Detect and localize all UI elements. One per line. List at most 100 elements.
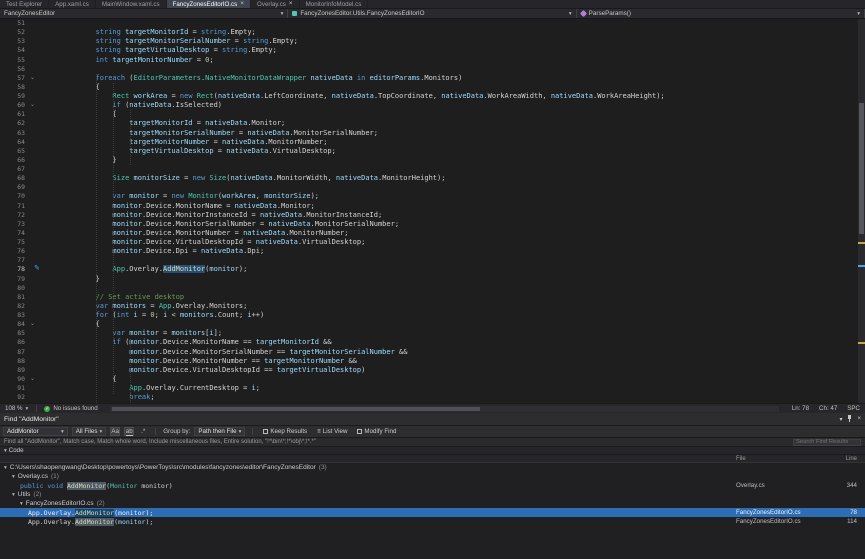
find-tree-node[interactable]: ▾Overlay.cs(1) [0, 472, 865, 481]
code-line[interactable]: 57⌄ foreach (EditorParameters.NativeMoni… [0, 74, 865, 83]
editor-vertical-scrollbar[interactable] [858, 19, 865, 403]
glyph-margin[interactable] [28, 65, 45, 74]
code-line[interactable]: 85 var monitor = monitors[i]; [0, 329, 865, 338]
chevron-down-icon[interactable]: ▾ [20, 501, 23, 507]
glyph-margin[interactable] [28, 56, 45, 65]
code-line-text[interactable]: monitor.Device.MonitorSerialNumber = nat… [45, 220, 399, 229]
whitespace-indicator[interactable]: SPC [842, 405, 865, 412]
find-result-row[interactable]: App.Overlay.AddMonitor(monitor);FancyZon… [0, 508, 865, 517]
scrollbar-thumb[interactable] [112, 407, 480, 411]
regex-toggle[interactable]: .* [138, 427, 148, 436]
code-line-text[interactable]: foreach (EditorParameters.NativeMonitorD… [45, 74, 462, 83]
code-line-text[interactable]: App.Overlay.AddMonitor(monitor); [45, 265, 247, 274]
code-line[interactable]: 75 monitor.Device.VirtualDesktopId = nat… [0, 238, 865, 247]
find-tree-node[interactable]: ▾Utils(2) [0, 490, 865, 499]
find-tree-node[interactable]: ▾FancyZonesEditorIO.cs(2) [0, 499, 865, 508]
code-line[interactable]: 79 } [0, 275, 865, 284]
glyph-margin[interactable] [28, 366, 45, 375]
whole-word-toggle[interactable]: ab [124, 427, 134, 436]
file-column-header[interactable]: File [736, 456, 831, 462]
code-line[interactable]: 60⌄ if (nativeData.IsSelected) [0, 101, 865, 110]
code-line[interactable]: 71 monitor.Device.MonitorName = nativeDa… [0, 202, 865, 211]
tab-monitorinfomodel-cs[interactable]: MonitorInfoModel.cs [300, 0, 369, 8]
glyph-margin[interactable] [28, 229, 45, 238]
code-line-text[interactable]: targetMonitorId = nativeData.Monitor; [45, 119, 285, 128]
code-line-text[interactable]: monitor.Device.Dpi = nativeData.Dpi; [45, 247, 264, 256]
glyph-margin[interactable] [28, 37, 45, 46]
code-line[interactable]: 70 var monitor = new Monitor(workArea, m… [0, 192, 865, 201]
glyph-margin[interactable] [28, 28, 45, 37]
glyph-margin[interactable] [28, 202, 45, 211]
column-indicator[interactable]: Ch: 47 [814, 405, 842, 412]
code-line-text[interactable]: int targetMonitorNumber = 0; [45, 56, 214, 65]
zoom-control[interactable]: 108 % ▾ [0, 404, 33, 413]
glyph-margin[interactable] [28, 165, 45, 174]
glyph-margin[interactable] [28, 348, 45, 357]
code-line[interactable]: 76 monitor.Device.Dpi = nativeData.Dpi; [0, 247, 865, 256]
find-panel-title-bar[interactable]: Find "AddMonitor" ▾ × [0, 413, 865, 426]
fold-chevron-icon[interactable]: ⌄ [30, 101, 35, 110]
project-dropdown[interactable]: FancyZonesEditor ▾ [0, 9, 288, 18]
chevron-down-icon[interactable]: ▾ [12, 492, 15, 498]
code-line[interactable]: 59 Rect workArea = new Rect(nativeData.L… [0, 92, 865, 101]
tab-fancyzoneseditorio-cs[interactable]: FancyZonesEditorIO.cs× [167, 0, 251, 8]
code-line[interactable]: 84⌄ { [0, 320, 865, 329]
code-line-text[interactable]: if (monitor.Device.MonitorName == target… [45, 338, 332, 347]
code-line[interactable]: 82 var monitors = App.Overlay.Monitors; [0, 302, 865, 311]
type-dropdown[interactable]: FancyZonesEditor.Utils.FancyZonesEditorI… [288, 9, 576, 18]
tab-app-xaml-cs[interactable]: App.xaml.cs [49, 0, 96, 8]
code-line-text[interactable]: monitor.Device.VirtualDesktopId == targe… [45, 366, 365, 375]
glyph-margin[interactable] [28, 220, 45, 229]
line-column-header[interactable]: Line [831, 456, 865, 462]
close-icon[interactable]: × [857, 416, 861, 422]
code-line[interactable]: 83 for (int i = 0; i < monitors.Count; i… [0, 311, 865, 320]
glyph-margin[interactable]: ✎ [28, 265, 45, 274]
window-position-icon[interactable]: ▾ [839, 416, 842, 423]
tab-overlay-cs[interactable]: Overlay.cs× [251, 0, 300, 8]
close-icon[interactable]: × [240, 1, 244, 8]
glyph-margin[interactable] [28, 129, 45, 138]
chevron-down-icon[interactable]: ▾ [4, 465, 7, 471]
code-line[interactable]: 74 monitor.Device.MonitorNumber = native… [0, 229, 865, 238]
code-line-text[interactable]: targetVirtualDesktop = nativeData.Virtua… [45, 147, 336, 156]
code-line[interactable]: 73 monitor.Device.MonitorSerialNumber = … [0, 220, 865, 229]
code-line-text[interactable]: break; [45, 393, 155, 402]
chevron-down-icon[interactable]: ▾ [4, 448, 7, 454]
glyph-margin[interactable] [28, 238, 45, 247]
glyph-margin[interactable] [28, 384, 45, 393]
fold-chevron-icon[interactable]: ⌄ [30, 320, 35, 329]
line-indicator[interactable]: Ln: 78 [787, 405, 814, 412]
code-line[interactable]: 69 [0, 183, 865, 192]
document-health-indicator[interactable]: ✓ No issues found [40, 405, 101, 412]
code-line-text[interactable]: { [45, 83, 100, 92]
glyph-margin[interactable] [28, 293, 45, 302]
code-line[interactable]: 81 // Set active desktop [0, 293, 865, 302]
code-line-text[interactable]: // Set active desktop [45, 293, 184, 302]
code-line-text[interactable]: Size monitorSize = new Size(nativeData.M… [45, 174, 445, 183]
glyph-margin[interactable]: ⌄ [28, 375, 45, 384]
code-line[interactable]: 78✎ App.Overlay.AddMonitor(monitor); [0, 265, 865, 274]
tab-test-explorer[interactable]: Test Explorer [0, 0, 49, 8]
glyph-margin[interactable] [28, 174, 45, 183]
close-icon[interactable]: × [289, 1, 293, 8]
fold-chevron-icon[interactable]: ⌄ [30, 375, 35, 384]
editor-horizontal-scrollbar[interactable] [110, 406, 779, 412]
find-search-input[interactable] [7, 428, 59, 435]
list-view-button[interactable]: ≡ List View [314, 427, 350, 436]
member-dropdown[interactable]: ParseParams() ▾ [577, 9, 865, 18]
glyph-margin[interactable] [28, 138, 45, 147]
glyph-margin[interactable] [28, 83, 45, 92]
code-line[interactable]: 56 [0, 65, 865, 74]
glyph-margin[interactable] [28, 329, 45, 338]
results-filter-box[interactable] [793, 439, 861, 446]
keep-results-toggle[interactable]: Keep Results [260, 427, 310, 436]
code-line-text[interactable]: var monitors = App.Overlay.Monitors; [45, 302, 247, 311]
code-line-text[interactable]: var monitor = new Monitor(workArea, moni… [45, 192, 319, 201]
code-group-row[interactable]: ▾ Code [0, 447, 865, 455]
glyph-margin[interactable] [28, 156, 45, 165]
code-line-text[interactable]: monitor.Device.MonitorSerialNumber == ta… [45, 348, 407, 357]
glyph-margin[interactable] [28, 183, 45, 192]
code-line-text[interactable]: } [45, 275, 100, 284]
code-line-text[interactable]: monitor.Device.VirtualDesktopId = native… [45, 238, 365, 247]
code-line-text[interactable]: for (int i = 0; i < monitors.Count; i++) [45, 311, 264, 320]
